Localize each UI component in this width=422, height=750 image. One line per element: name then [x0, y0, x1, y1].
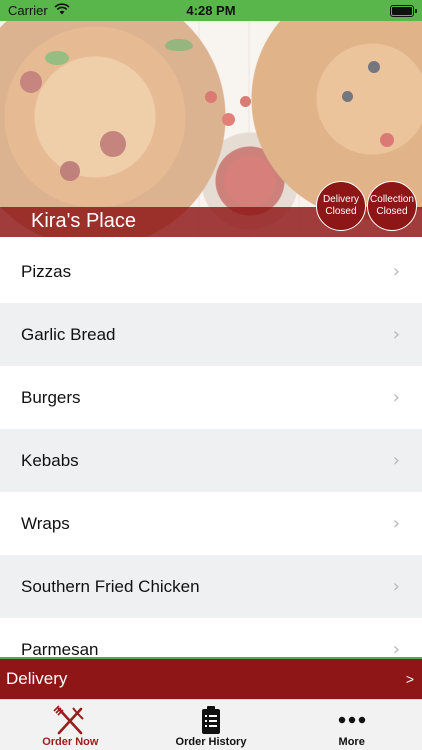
menu-item-burgers[interactable]: Burgers ›	[0, 366, 422, 429]
restaurant-name: Kira's Place	[31, 210, 136, 232]
wifi-icon	[54, 3, 70, 18]
delivery-status-badge: Delivery Closed	[316, 181, 366, 231]
bottom-tab-bar: Order Now Order History More	[0, 699, 422, 750]
tab-more[interactable]: More	[281, 700, 422, 750]
battery-icon	[390, 4, 417, 17]
chevron-right-icon: ›	[392, 450, 400, 471]
menu-category-list: Pizzas › Garlic Bread › Burgers › Kebabs…	[0, 240, 422, 657]
menu-item-label: Kebabs	[21, 450, 79, 470]
menu-item-wraps[interactable]: Wraps ›	[0, 492, 422, 555]
menu-item-label: Garlic Bread	[21, 324, 116, 344]
status-time: 4:28 PM	[186, 3, 236, 18]
collection-status-badge: Collection Closed	[367, 181, 417, 231]
clipboard-list-icon	[200, 704, 222, 736]
delivery-arrow-icon: >	[405, 671, 414, 687]
chevron-right-icon: ›	[392, 261, 400, 282]
chevron-right-icon: ›	[392, 513, 400, 534]
menu-item-label: Parmesan	[21, 639, 99, 658]
menu-item-label: Pizzas	[21, 261, 72, 281]
fork-knife-icon	[53, 704, 87, 736]
collection-badge-line2: Closed	[376, 206, 408, 217]
restaurant-hero: Kira's Place Delivery Closed Collection …	[0, 21, 422, 237]
menu-item-southern-fried-chicken[interactable]: Southern Fried Chicken ›	[0, 555, 422, 618]
collection-badge-line1: Collection	[370, 194, 414, 205]
tab-label: Order History	[175, 736, 247, 748]
status-bar: Carrier 4:28 PM	[0, 0, 422, 21]
chevron-right-icon: ›	[392, 639, 400, 657]
carrier-label: Carrier	[8, 3, 48, 18]
tab-label: Order Now	[42, 736, 99, 748]
menu-item-pizzas[interactable]: Pizzas ›	[0, 240, 422, 303]
menu-item-label: Wraps	[21, 513, 70, 533]
chevron-right-icon: ›	[392, 387, 400, 408]
delivery-mode-label: Delivery	[6, 669, 68, 688]
menu-item-label: Southern Fried Chicken	[21, 576, 200, 596]
menu-item-kebabs[interactable]: Kebabs ›	[0, 429, 422, 492]
menu-item-garlic-bread[interactable]: Garlic Bread ›	[0, 303, 422, 366]
tab-order-history[interactable]: Order History	[141, 700, 282, 750]
delivery-mode-bar[interactable]: Delivery >	[0, 657, 422, 699]
menu-item-parmesan[interactable]: Parmesan ›	[0, 618, 422, 657]
delivery-badge-line1: Delivery	[322, 194, 360, 205]
more-dots-icon	[338, 704, 366, 736]
menu-item-label: Burgers	[21, 387, 81, 407]
tab-order-now[interactable]: Order Now	[0, 700, 141, 750]
tab-label: More	[338, 736, 365, 748]
chevron-right-icon: ›	[392, 576, 400, 597]
chevron-right-icon: ›	[392, 324, 400, 345]
delivery-badge-line2: Closed	[325, 206, 357, 217]
